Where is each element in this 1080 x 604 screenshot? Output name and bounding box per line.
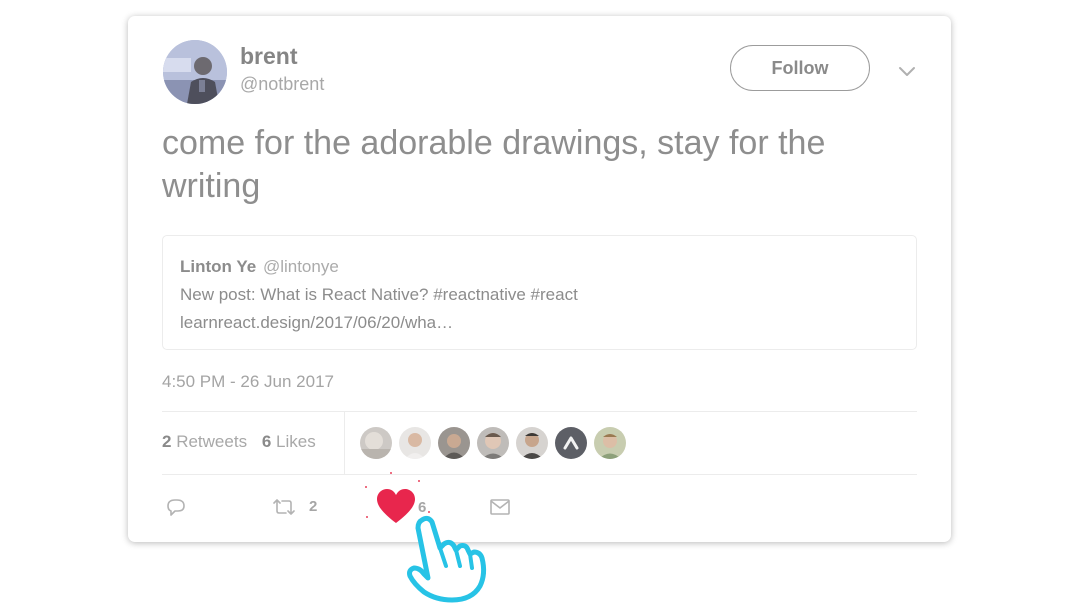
retweets-stat[interactable]: 2 Retweets — [162, 432, 247, 451]
pointing-hand-cursor-icon — [407, 515, 487, 603]
likes-label: Likes — [276, 432, 316, 451]
divider — [162, 474, 917, 475]
stats-separator — [344, 412, 345, 474]
reply-icon[interactable] — [165, 496, 187, 518]
tweet-text: come for the adorable drawings, stay for… — [162, 124, 826, 205]
quoted-link[interactable]: learnreact.design/2017/06/20/wha… — [180, 313, 453, 333]
sparkle-dot — [365, 486, 367, 488]
quoted-author-handle: @lintonye — [262, 257, 339, 276]
follow-button[interactable]: Follow — [730, 45, 870, 91]
liker-avatar[interactable] — [360, 427, 392, 459]
quoted-author: Linton Ye @lintonye — [180, 257, 339, 277]
liker-avatar[interactable] — [477, 427, 509, 459]
sparkle-dot — [366, 516, 368, 518]
retweets-count: 2 — [162, 432, 172, 451]
tweet-card: brent @notbrent Follow come for the ador… — [128, 16, 951, 542]
tweet-timestamp[interactable]: 4:50 PM - 26 Jun 2017 — [162, 372, 334, 392]
retweet-icon[interactable] — [271, 496, 297, 518]
likes-stat[interactable]: 6 Likes — [262, 432, 316, 451]
quoted-tweet[interactable]: Linton Ye @lintonye New post: What is Re… — [162, 235, 917, 350]
author-avatar[interactable] — [163, 40, 227, 104]
sparkle-dot — [418, 480, 420, 482]
engagement-stats: 2 Retweets 6 Likes — [162, 432, 316, 452]
divider — [162, 411, 917, 412]
likes-count: 6 — [261, 432, 272, 451]
liker-avatar[interactable] — [555, 427, 587, 459]
chevron-down-icon[interactable] — [896, 60, 918, 82]
author-handle[interactable]: @notbrent — [240, 74, 324, 95]
quoted-author-name: Linton Ye — [180, 257, 257, 276]
retweets-label: Retweets — [176, 432, 248, 451]
liker-avatar[interactable] — [438, 427, 470, 459]
avatar-photo-icon — [163, 40, 227, 104]
liker-avatar[interactable] — [399, 427, 431, 459]
quoted-text: New post: What is React Native? #reactna… — [180, 285, 578, 304]
liker-avatar[interactable] — [516, 427, 548, 459]
liker-avatar[interactable] — [594, 427, 626, 459]
sparkle-dot — [390, 472, 392, 474]
retweet-count: 2 — [309, 498, 318, 515]
mail-icon[interactable] — [489, 497, 511, 517]
author-name[interactable]: brent — [240, 43, 298, 70]
